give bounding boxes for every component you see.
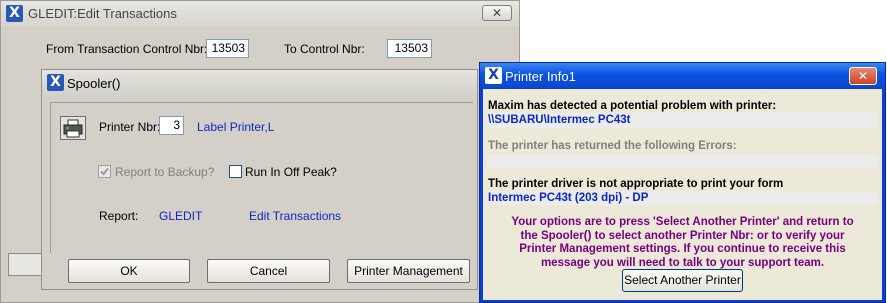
printer-management-button[interactable]: Printer Management [347,259,470,283]
report-label: Report: [99,209,139,223]
report-code: GLEDIT [159,209,203,223]
cancel-button[interactable]: Cancel [207,259,330,283]
driver-name: Intermec PC43t (203 dpi) - DP [488,192,649,204]
problem-heading: Maxim has detected a potential problem w… [488,100,777,112]
printer-nbr-field[interactable]: 3 [159,116,184,135]
spooler-title: Spooler() [67,76,121,91]
report-backup-checkbox[interactable] [98,165,111,178]
options-line: the Spooler() to select another Printer … [520,229,845,242]
to-control-field[interactable]: 13503 [387,39,432,58]
checkmark-icon [100,167,109,176]
printer-name-text: Label Printer,L [197,120,275,134]
gledit-titlebar[interactable]: X GLEDIT:Edit Transactions ✕ [1,1,519,27]
printer-icon [63,119,83,138]
app-logo-icon: X [47,74,64,91]
errors-bar [487,154,877,169]
from-control-field[interactable]: 13503 [206,39,249,58]
run-offpeak-label: Run In Off Peak? [245,165,337,179]
app-logo-icon: X [6,5,23,22]
printer-path: \\SUBARU\Intermec PC43t [488,114,631,126]
to-control-label: To Control Nbr: [284,42,365,56]
report-backup-label: Report to Backup? [115,165,215,179]
close-icon[interactable]: ✕ [482,5,512,21]
gledit-title: GLEDIT:Edit Transactions [28,6,177,21]
options-message: Your options are to press 'Select Anothe… [483,216,882,270]
printer-info-window: X Printer Info1 ✕ Maxim has detected a p… [479,62,886,303]
run-offpeak-checkbox[interactable] [229,165,242,178]
select-another-printer-button[interactable]: Select Another Printer [622,269,743,292]
spooler-titlebar[interactable]: X Spooler() [42,70,477,96]
printer-button[interactable] [60,116,86,140]
printer-info-title: Printer Info1 [505,69,576,84]
printer-nbr-label: Printer Nbr: [99,120,161,134]
report-name: Edit Transactions [249,209,342,223]
printer-info-titlebar[interactable]: X Printer Info1 ✕ [480,63,885,89]
close-icon[interactable]: ✕ [849,67,877,85]
options-line: message you will need to talk to your su… [540,256,825,269]
spooler-window: X Spooler() Printer Nbr: 3 Label Printer… [41,69,478,290]
driver-heading: The printer driver is not appropriate to… [488,178,784,190]
ok-button[interactable]: OK [68,259,190,283]
errors-heading: The printer has returned the following E… [488,140,737,152]
from-control-label: From Transaction Control Nbr: [46,42,208,56]
options-line: Your options are to press 'Select Anothe… [511,216,854,228]
app-logo-icon: X [485,67,502,84]
options-line: Printer Management settings. If you cont… [519,243,846,255]
